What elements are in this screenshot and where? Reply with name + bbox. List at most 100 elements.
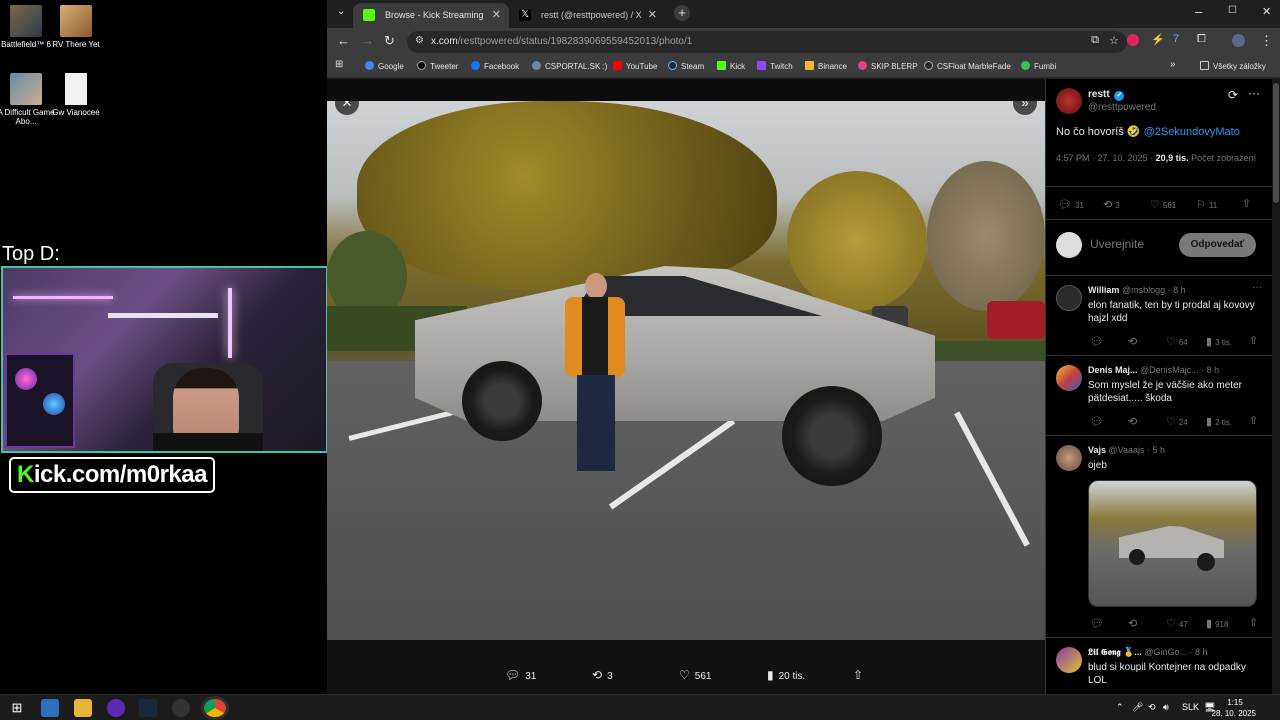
tweet-timestamp[interactable]: 4:57 PM · 27. 10. 2025 · — [1056, 153, 1156, 163]
all-bookmarks[interactable]: Všetky záložky — [1200, 61, 1266, 71]
reply-photo[interactable] — [1088, 480, 1257, 607]
reply-like-stat[interactable]: ♡ 64 — [1166, 335, 1188, 348]
reply-like-stat[interactable]: ♡ 47 — [1166, 617, 1188, 630]
tab-search-icon[interactable]: ⌄ — [337, 6, 345, 17]
reply-comment-stat[interactable]: 💬︎ — [1090, 415, 1107, 428]
bookmark-youtube[interactable]: YouTube — [613, 61, 657, 71]
reply-author[interactable]: Denis Maj... — [1088, 365, 1138, 375]
minimize-icon[interactable]: – — [1195, 4, 1202, 19]
install-app-icon[interactable]: ⧉ — [1091, 34, 1099, 47]
reload-icon[interactable]: ↻ — [384, 33, 395, 49]
close-photo-icon[interactable]: ✕ — [335, 101, 359, 115]
reply-views-stat[interactable]: ▮ 918 — [1206, 617, 1228, 630]
own-avatar[interactable] — [1056, 232, 1082, 258]
bookmark-star-icon[interactable]: ☆ — [1109, 34, 1119, 47]
bookmark-kick[interactable]: Kick — [717, 61, 745, 71]
extensions-puzzle-icon[interactable]: ⧠ — [1197, 33, 1206, 46]
reply-author[interactable]: William — [1088, 285, 1119, 295]
bookmark-google[interactable]: Google — [365, 61, 404, 71]
microphone-icon[interactable]: 🎤︎ — [1132, 702, 1143, 713]
like-action[interactable]: ♡ 561 — [679, 668, 711, 682]
extension-icon[interactable]: ⚡ — [1151, 33, 1165, 46]
author-avatar[interactable] — [1056, 88, 1082, 114]
tweet-like-stat[interactable]: ♡ 561 — [1150, 198, 1176, 211]
tweet-repost-stat[interactable]: ⟲ 3 — [1103, 198, 1120, 211]
taskbar-app-icon[interactable] — [172, 699, 190, 717]
reply-repost-stat[interactable]: ⟲ — [1128, 415, 1140, 428]
tray-app-icon[interactable]: ⟲ — [1148, 702, 1156, 713]
bookmark-tweeter[interactable]: Tweeter — [417, 61, 458, 71]
desktop-icon-gw-vianocee[interactable]: Gw Vianocee — [46, 73, 106, 117]
reply-comment-stat[interactable]: 💬︎ — [1090, 335, 1107, 348]
more-options-icon[interactable]: ··· — [1248, 86, 1260, 100]
close-window-icon[interactable]: ✕ — [1262, 5, 1271, 18]
profile-avatar[interactable] — [1232, 34, 1245, 47]
site-info-icon[interactable]: ⚙ — [415, 35, 424, 46]
reply-button[interactable]: Odpovedať — [1179, 233, 1256, 257]
reply-action[interactable]: 💬︎ 31 — [505, 668, 536, 682]
address-bar[interactable]: ⚙ x.com/resttpowered/status/198283906955… — [407, 31, 1127, 53]
reply-comment-stat[interactable]: 💬︎ — [1090, 617, 1107, 630]
taskbar-app-icon[interactable] — [107, 699, 125, 717]
extension-icon[interactable] — [1127, 34, 1139, 46]
reply-repost-stat[interactable]: ⟲ — [1128, 617, 1140, 630]
tweet-share-stat[interactable]: ⇧ — [1242, 197, 1254, 210]
tweet-photo[interactable]: ✕ » — [327, 101, 1045, 640]
bookmark-twitch[interactable]: Twitch — [757, 61, 793, 71]
file-explorer-icon[interactable] — [74, 699, 92, 717]
forward-icon[interactable]: → — [361, 33, 374, 48]
mention-link[interactable]: @2SekundovyMato — [1144, 126, 1240, 138]
tweet-reply-stat[interactable]: 💬︎ 31 — [1058, 198, 1084, 211]
reply-avatar[interactable] — [1056, 445, 1082, 471]
reply-avatar[interactable] — [1056, 365, 1082, 391]
menu-kebab-icon[interactable]: ⋮ — [1260, 33, 1273, 49]
extension-icon[interactable]: 7 — [1173, 33, 1179, 45]
desktop-icon-rv-there-yet[interactable]: RV There Yet — [46, 5, 106, 49]
apps-grid-icon[interactable]: ⊞ — [335, 59, 343, 70]
scrollbar[interactable] — [1272, 79, 1280, 694]
reply-views-stat[interactable]: ▮ 3 tis. — [1206, 335, 1232, 348]
bookmark-skip-blerp[interactable]: SKIP BLERP — [858, 61, 918, 71]
author-name-row[interactable]: restt ✓ — [1088, 89, 1125, 101]
tweet-bookmark-stat[interactable]: ⚐ 11 — [1196, 198, 1217, 211]
reply-views-stat[interactable]: ▮ 2 tis. — [1206, 415, 1232, 428]
reply-share-stat[interactable]: ⇧ — [1249, 334, 1261, 347]
bookmark-csfloat[interactable]: CSFloat MarbleFade — [924, 61, 1011, 71]
bookmark-facebook[interactable]: Facebook — [471, 61, 519, 71]
tab-x[interactable]: 𝕏 restt (@resttpowered) / X ✕ — [509, 3, 665, 28]
reply-share-stat[interactable]: ⇧ — [1249, 414, 1261, 427]
reply-like-stat[interactable]: ♡ 24 — [1166, 415, 1188, 428]
reply-author[interactable]: Vajs — [1088, 445, 1106, 455]
collapse-panel-icon[interactable]: » — [1013, 101, 1037, 115]
share-action[interactable]: ⇧ — [853, 668, 868, 682]
compose-reply-input[interactable]: Uverejnite — [1090, 237, 1144, 251]
language-indicator[interactable]: SLK — [1182, 702, 1199, 712]
repost-action[interactable]: ⟲ 3 — [592, 668, 613, 682]
bookmark-fumbi[interactable]: Fumbi — [1021, 61, 1056, 71]
new-tab-icon[interactable]: + — [674, 5, 690, 21]
back-icon[interactable]: ← — [337, 33, 350, 48]
chrome-icon[interactable] — [204, 699, 226, 717]
views-action[interactable]: ▮ 20 tis. — [767, 668, 805, 682]
reply-repost-stat[interactable]: ⟲ — [1128, 335, 1140, 348]
bookmark-steam[interactable]: Steam — [668, 61, 704, 71]
grok-icon[interactable]: ⟳ — [1228, 88, 1238, 102]
reply-avatar[interactable] — [1056, 647, 1082, 673]
clock[interactable]: 1:15 28. 10. 2025 — [1200, 697, 1256, 719]
close-tab-icon[interactable]: ✕ — [492, 8, 501, 21]
maximize-icon[interactable]: ☐ — [1228, 5, 1237, 16]
bookmark-csportal[interactable]: CSPORTAL.SK :) — [532, 61, 607, 71]
speaker-icon[interactable]: 🔊︎ — [1163, 702, 1169, 713]
scrollbar-thumb[interactable] — [1273, 83, 1279, 203]
tab-kick[interactable]: Browse - Kick Streaming ✕ — [353, 3, 509, 28]
taskbar-app-icon[interactable] — [41, 699, 59, 717]
start-windows-icon[interactable]: ⊞ — [8, 699, 26, 717]
bookmark-binance[interactable]: Binance — [805, 61, 847, 71]
reply-avatar[interactable] — [1056, 285, 1082, 311]
steam-icon[interactable] — [139, 699, 157, 717]
bookmarks-overflow-icon[interactable]: » — [1170, 59, 1176, 70]
more-options-icon[interactable]: ··· — [1252, 282, 1262, 293]
tray-overflow-icon[interactable]: ⌃ — [1116, 702, 1124, 713]
close-tab-icon[interactable]: ✕ — [648, 8, 657, 21]
reply-share-stat[interactable]: ⇧ — [1249, 616, 1261, 629]
